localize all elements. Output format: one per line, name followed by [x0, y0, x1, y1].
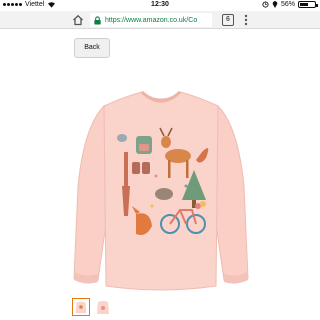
home-icon[interactable] [72, 14, 84, 26]
status-bar: Viettel 12:30 56% [0, 0, 320, 11]
back-button[interactable]: Back [74, 38, 110, 58]
battery-icon [298, 1, 318, 8]
phone-screen: Viettel 12:30 56% https://www.amazon.co.… [0, 0, 320, 320]
url-text: https://www.amazon.co.uk/Co [105, 17, 197, 24]
thumbnail-2[interactable] [94, 298, 112, 316]
product-image [73, 90, 249, 291]
browser-toolbar: https://www.amazon.co.uk/Co 6 [0, 11, 320, 29]
battery-fill [300, 3, 308, 6]
status-right: 56% [262, 1, 318, 8]
thumbnail-1[interactable] [72, 298, 90, 316]
menu-icon[interactable] [242, 13, 250, 27]
location-icon [272, 1, 278, 8]
tab-switcher-button[interactable]: 6 [222, 14, 234, 26]
lock-icon [94, 15, 101, 25]
alarm-icon [262, 1, 269, 8]
shirt-illustration [73, 90, 249, 291]
address-bar[interactable]: https://www.amazon.co.uk/Co [90, 13, 212, 27]
url-text-content: https://www.amazon.co.uk/Co [105, 16, 198, 24]
battery-percent: 56% [280, 1, 295, 8]
